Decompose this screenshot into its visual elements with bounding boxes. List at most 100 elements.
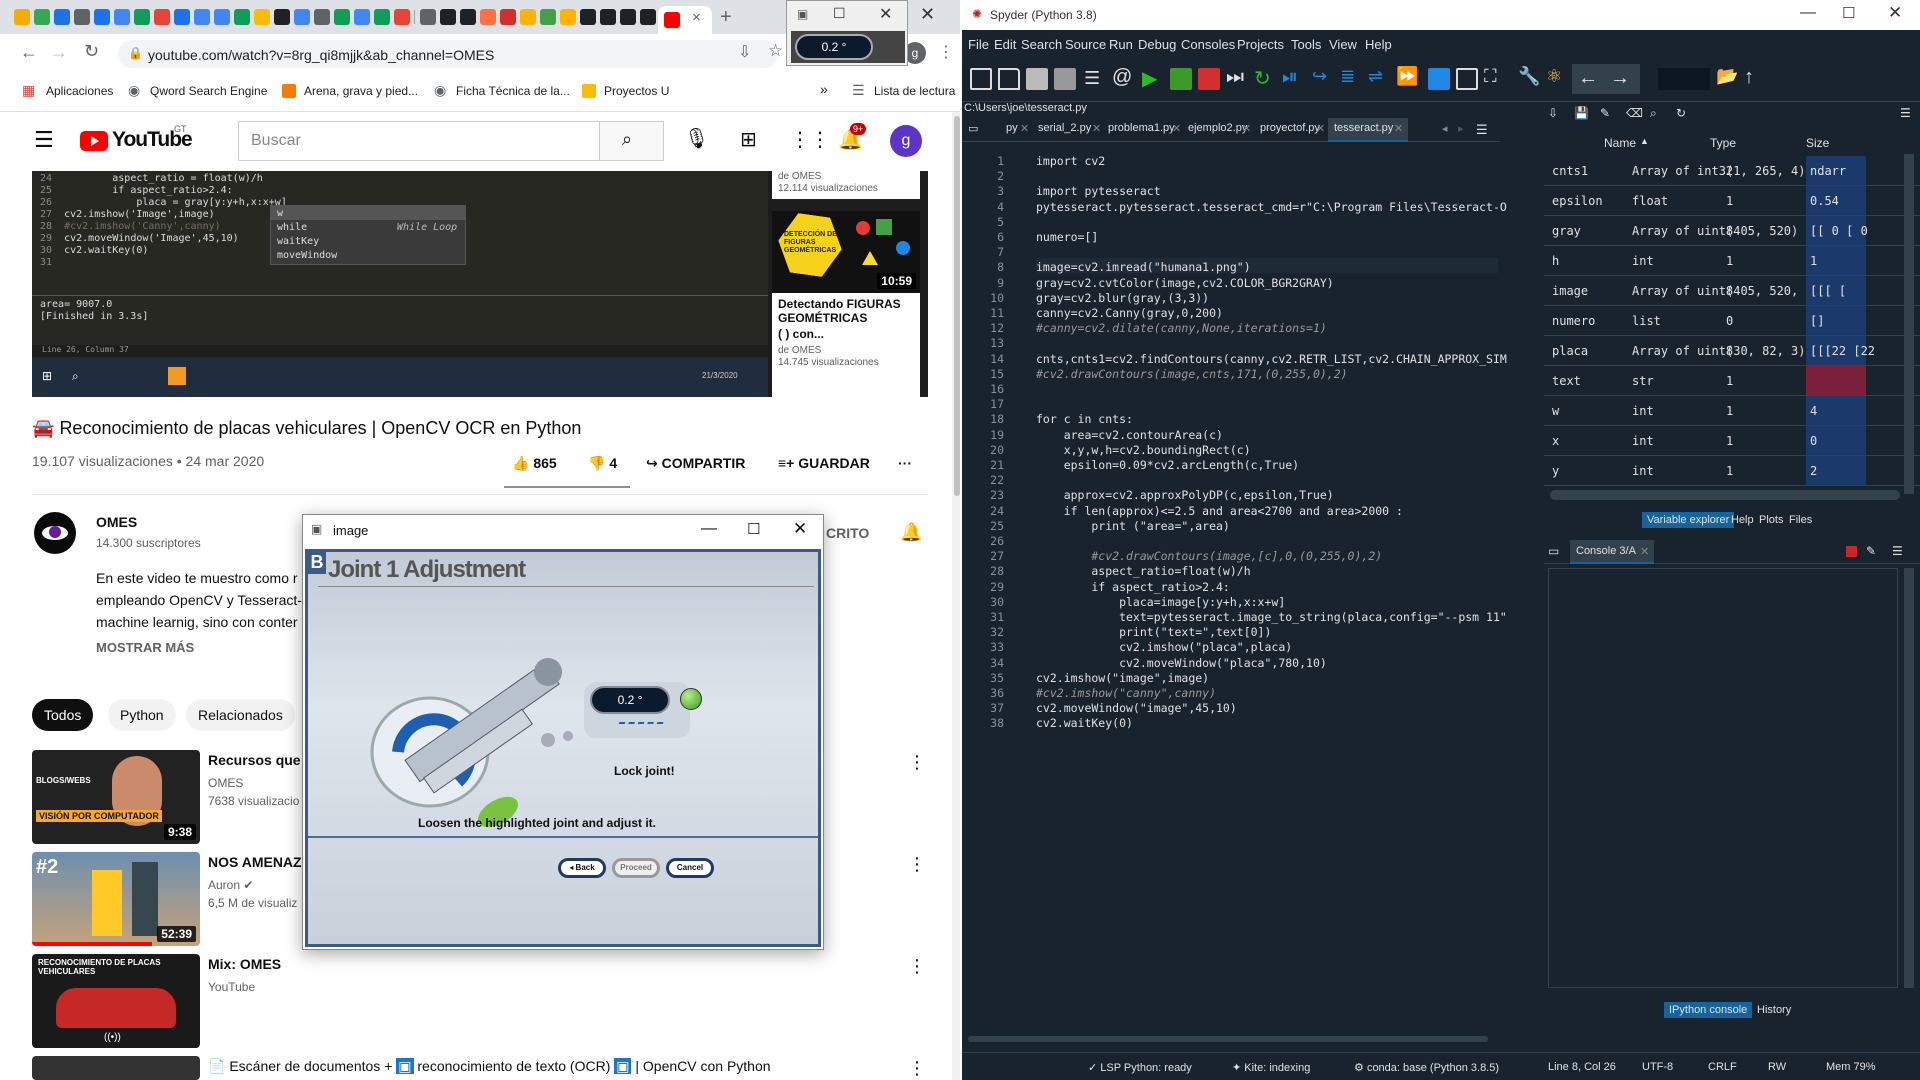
tab-close-icon[interactable]: ✕ xyxy=(1394,122,1403,135)
channel-name[interactable]: OMES xyxy=(96,514,137,530)
tab-close-icon[interactable]: ✕ xyxy=(1092,122,1101,135)
chip-python[interactable]: Python xyxy=(108,699,176,731)
menu-consoles[interactable]: Consoles xyxy=(1181,37,1235,52)
tab-favicon[interactable] xyxy=(194,9,210,25)
bookmark-item[interactable]: Ficha Técnica de la... xyxy=(456,84,570,98)
tab-favicon[interactable] xyxy=(394,9,410,25)
menu-projects[interactable]: Projects xyxy=(1237,37,1284,52)
code-line[interactable]: #cv2.drawContours(image,cnts,171,(0,255,… xyxy=(1036,367,1348,381)
variables-hscroll[interactable] xyxy=(1550,490,1900,500)
more-options-icon[interactable]: ⋮ xyxy=(908,956,926,977)
save-button[interactable]: ≡+ GUARDAR xyxy=(778,455,870,471)
recommendation-title[interactable]: Recursos que l xyxy=(208,752,308,768)
tab-favicon[interactable] xyxy=(234,9,250,25)
reload-icon[interactable]: ↻ xyxy=(84,41,99,62)
recommendation-title[interactable]: NOS AMENAZ xyxy=(208,854,302,870)
microphone-icon[interactable]: 🎙 xyxy=(684,126,709,151)
tab-favicon[interactable] xyxy=(480,9,496,25)
close-icon[interactable]: ✕ xyxy=(879,4,892,24)
tab-variable-explorer[interactable]: Variable explorer xyxy=(1642,512,1735,528)
code-line[interactable]: placa=image[y:y+h,x:x+w] xyxy=(1036,595,1285,609)
tab-scroll-right-icon[interactable]: ▸ xyxy=(1458,122,1464,135)
save-data-icon[interactable]: 💾 xyxy=(1574,106,1589,120)
code-line[interactable]: area=cv2.contourArea(c) xyxy=(1036,428,1223,442)
back-icon[interactable]: ← xyxy=(20,42,38,63)
search-input[interactable]: Buscar xyxy=(238,121,600,161)
code-line[interactable]: cv2.moveWindow("image",45,10) xyxy=(1036,701,1237,715)
clear-icon[interactable]: ⌫ xyxy=(1626,106,1643,120)
code-line[interactable]: gray=cv2.blur(gray,(3,3)) xyxy=(1036,291,1209,305)
tab-favicon[interactable] xyxy=(540,9,556,25)
code-line[interactable]: print ("area=",area) xyxy=(1036,519,1230,533)
tab-favicon[interactable] xyxy=(294,9,310,25)
code-line[interactable]: for c in cnts: xyxy=(1036,412,1133,426)
clear-console-icon[interactable]: ✎ xyxy=(1866,544,1876,558)
at-symbol-icon[interactable]: @ xyxy=(1112,66,1132,89)
run-cell-icon[interactable] xyxy=(1170,68,1192,90)
menu-run[interactable]: Run xyxy=(1109,37,1133,52)
end-card[interactable]: de OMES 12.114 visualizaciones xyxy=(772,171,920,199)
code-line[interactable]: numero=[] xyxy=(1036,230,1098,244)
working-directory-combo[interactable] xyxy=(1658,68,1710,90)
recommendation-thumbnail[interactable]: RECONOCIMIENTO DE PLACAS VEHICULARES ((•… xyxy=(32,954,200,1048)
menu-debug[interactable]: Debug xyxy=(1138,37,1176,52)
step-into-icon[interactable]: ≣ xyxy=(1340,66,1355,87)
menu-help[interactable]: Help xyxy=(1365,37,1392,52)
omnibox[interactable]: 🔒 youtube.com/watch?v=8rg_qi8mjjk&ab_cha… xyxy=(118,40,778,68)
more-actions-icon[interactable]: ··· xyxy=(898,455,912,471)
tab-favicon[interactable] xyxy=(640,9,656,25)
save-all-icon[interactable] xyxy=(1054,68,1076,90)
chrome-menu-icon[interactable]: ⋮ xyxy=(938,42,954,62)
variable-row[interactable]: cnts1 Array of int32 (1, 265, 4) ndarr xyxy=(1544,156,1920,186)
bell-icon[interactable]: 🔔 xyxy=(900,522,922,543)
column-header[interactable]: Name xyxy=(1604,136,1636,150)
variable-row[interactable]: image Array of uint8 (405, 520, 3)[[[ [ xyxy=(1544,276,1920,306)
forward-arrow-icon[interactable]: → xyxy=(1610,67,1630,90)
tab-favicon[interactable] xyxy=(214,9,230,25)
variable-row[interactable]: h int 1 1 xyxy=(1544,246,1920,276)
menu-view[interactable]: View xyxy=(1329,37,1357,52)
chip-all[interactable]: Todos xyxy=(32,699,94,731)
video-player[interactable]: 24 aspect_ratio = float(w)/h 25 if aspec… xyxy=(32,171,928,397)
maximize-icon[interactable]: ☐ xyxy=(747,520,760,538)
parent-directory-icon[interactable]: ↑ xyxy=(1744,66,1754,89)
dislike-button[interactable]: 👎 4 xyxy=(588,455,617,472)
code-line[interactable]: pytesseract.pytesseract.tesseract_cmd=r"… xyxy=(1036,200,1507,214)
code-line[interactable]: import cv2 xyxy=(1036,154,1105,168)
tab-favicon[interactable] xyxy=(54,9,70,25)
browse-tabs-icon[interactable]: ▭ xyxy=(968,122,978,135)
minimize-icon[interactable]: — xyxy=(1800,4,1816,22)
more-options-icon[interactable]: ⋮ xyxy=(908,752,926,773)
search-button[interactable]: ⌕ xyxy=(600,121,664,161)
preferences-wrench-icon[interactable]: 🔧 xyxy=(1518,66,1540,87)
recommendation-thumbnail[interactable]: #2 52:39 xyxy=(32,852,200,946)
recommendation-thumbnail[interactable]: BLOGS/WEBS VISIÓN POR COMPUTADOR 9:38 xyxy=(32,750,200,844)
active-console-tab[interactable]: Console 3/A ✕ xyxy=(1570,540,1654,564)
code-line[interactable]: print("text=",text[0]) xyxy=(1036,625,1271,639)
tab-favicon[interactable] xyxy=(274,9,290,25)
fullscreen-icon[interactable]: ⛶ xyxy=(1484,66,1497,87)
like-button[interactable]: 👍 865 xyxy=(512,455,557,472)
bookmark-item[interactable]: Arena, grava y pied... xyxy=(304,84,418,98)
tab-favicon[interactable] xyxy=(254,9,270,25)
create-video-icon[interactable]: ⊞ xyxy=(740,127,757,152)
forward-icon[interactable]: → xyxy=(50,42,68,63)
code-line[interactable]: #cv2.imshow("canny",canny) xyxy=(1036,686,1216,700)
tab-favicon[interactable] xyxy=(334,9,350,25)
continue-icon[interactable]: ⏩ xyxy=(1396,66,1418,87)
reading-list[interactable]: Lista de lectura xyxy=(874,84,955,98)
tab-close-icon[interactable]: ✕ xyxy=(1316,122,1325,135)
browse-folder-icon[interactable]: 📂 xyxy=(1716,66,1738,87)
tab-close-icon[interactable]: ✕ xyxy=(1172,122,1181,135)
list-icon[interactable]: ☰ xyxy=(1084,68,1100,89)
image-window-titlebar[interactable]: ▣ image — ☐ ✕ xyxy=(303,515,823,547)
refresh-icon[interactable]: ↻ xyxy=(1676,106,1686,120)
recommendation-channel[interactable]: Auron ✔ xyxy=(208,878,253,892)
end-card[interactable]: Detectando FIGURAS GEOMÉTRICAS ( ) con..… xyxy=(772,293,920,397)
scrollbar-thumb[interactable] xyxy=(954,116,960,496)
variable-row[interactable]: text str 1 xyxy=(1544,366,1920,396)
variables-vscroll[interactable] xyxy=(1904,154,1914,494)
install-icon[interactable]: ⇩ xyxy=(738,42,751,62)
python-path-icon[interactable]: ⚛ xyxy=(1546,66,1562,87)
image-window[interactable]: ▣ image — ☐ ✕ B Joint 1 Adjustment 0.2 °… xyxy=(302,514,824,950)
